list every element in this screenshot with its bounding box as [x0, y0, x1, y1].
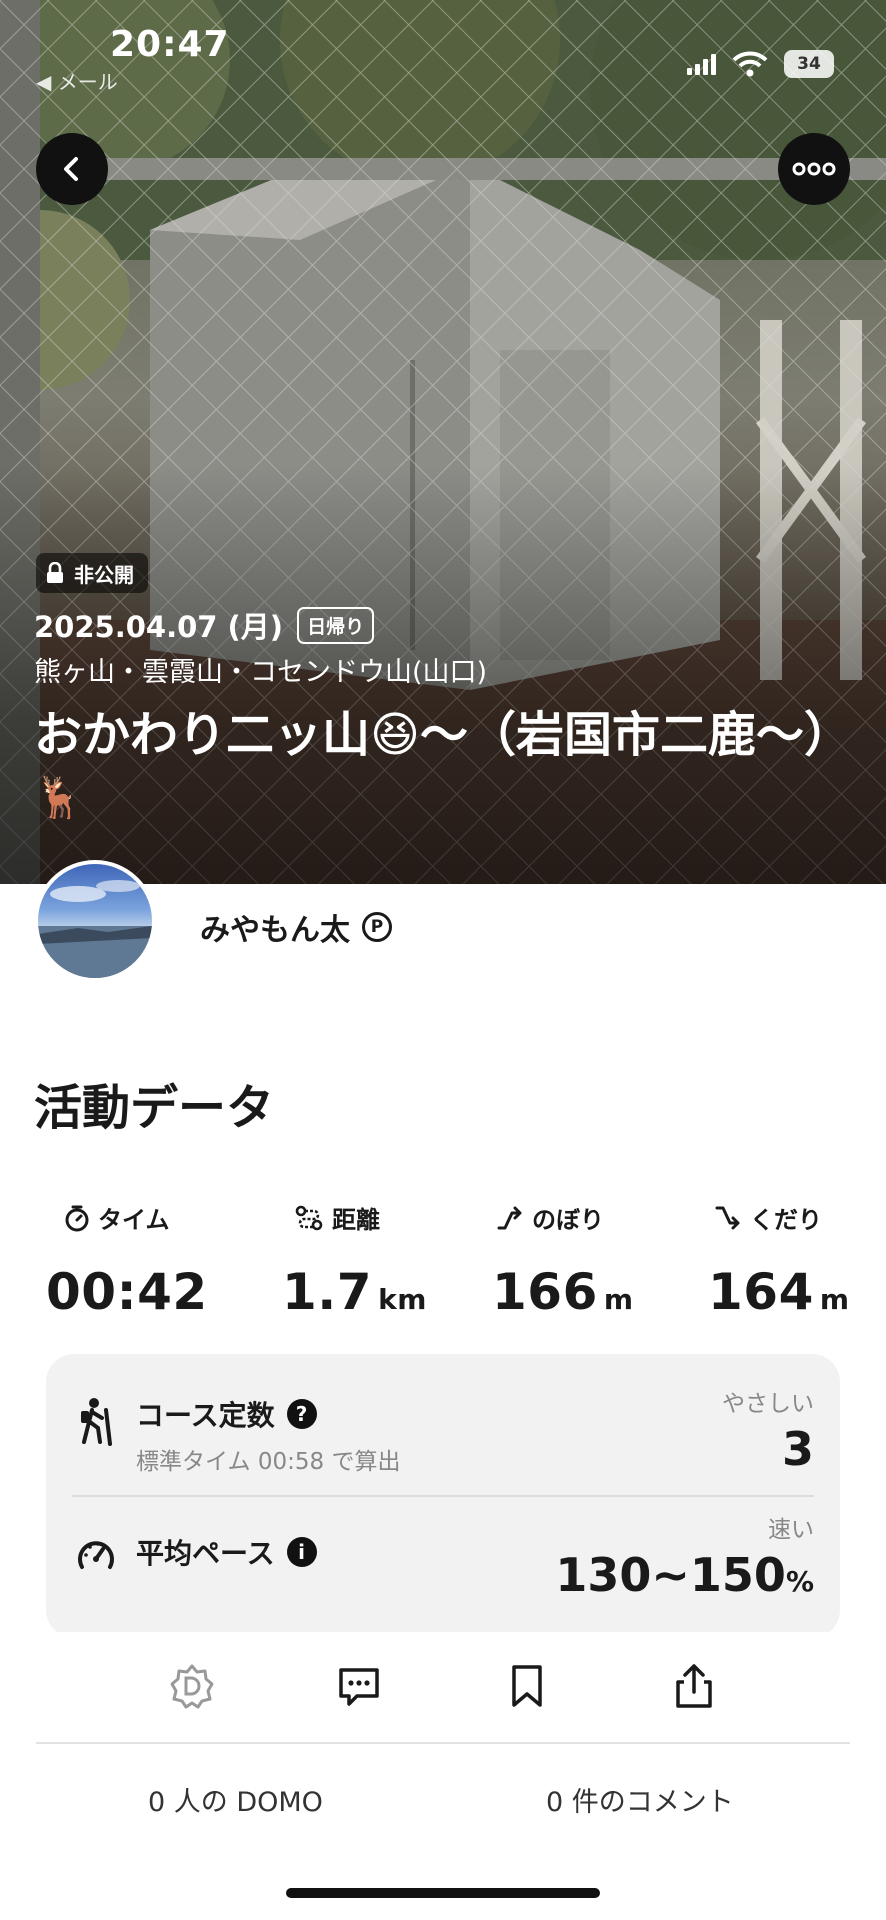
avatar-photo [38, 880, 152, 978]
stats-row: タイム 00:42 距離 1.7 km のぼり 166 m くだり 164 m [0, 1200, 886, 1321]
hero-photo: 20:47 ◀ メール 34 非公開 2025.04.07 (月) 日帰り 熊ヶ… [0, 0, 886, 884]
stat-ascent: のぼり 166 m [492, 1200, 634, 1321]
username: みやもん太 [200, 913, 350, 948]
action-bar [0, 1632, 886, 1742]
hiker-icon [81, 1398, 112, 1446]
avg-pace-number: 130~150 [555, 1548, 786, 1602]
stat-unit: m [603, 1283, 634, 1316]
deer-emoji: 🦌 [34, 775, 84, 821]
bookmark-button-icon[interactable] [503, 1662, 551, 1710]
stat-label-text: 距離 [332, 1206, 380, 1234]
wifi-icon [732, 51, 768, 77]
stat-number: 1.7 [282, 1263, 373, 1321]
back-button[interactable] [36, 133, 108, 205]
status-back-app[interactable]: ◀ メール [36, 66, 118, 95]
share-button-icon[interactable] [670, 1662, 718, 1710]
stat-unit: km [378, 1283, 427, 1316]
course-constant-sub: 標準タイム 00:58 で算出 [136, 1449, 401, 1475]
visibility-badge: 非公開 [36, 553, 148, 593]
stat-distance-label: 距離 [294, 1200, 427, 1235]
stat-time-label: タイム [64, 1200, 214, 1235]
course-constant-rating: やさしい [722, 1391, 814, 1417]
avg-pace-row[interactable]: 平均ペース i 速い 130~150% [46, 1496, 840, 1638]
domo-button-icon[interactable] [168, 1662, 216, 1710]
speedometer-icon [78, 1541, 114, 1569]
activity-date: 2025.04.07 (月) [34, 610, 284, 644]
course-constant-value: 3 [781, 1422, 814, 1476]
course-constant-label: コース定数 [136, 1399, 275, 1432]
stat-descent-label: くだり [714, 1200, 850, 1235]
course-constant-title: コース定数 ? [136, 1394, 317, 1434]
avatar[interactable] [34, 860, 156, 982]
difficulty-card: コース定数 ? 標準タイム 00:58 で算出 やさしい 3 平均ペース i 速… [46, 1354, 840, 1638]
mountain-names[interactable]: 熊ヶ山・雲霞山・コセンドウ山(山口) [34, 650, 487, 689]
avg-pace-rating: 速い [768, 1517, 814, 1543]
trip-type-badge: 日帰り [297, 606, 375, 644]
stat-label-text: くだり [750, 1206, 822, 1234]
activity-title-text: おかわり二ッ山😆〜（岩国市二鹿〜） [34, 707, 853, 763]
stat-number: 164 [708, 1263, 814, 1321]
status-icons: 34 [687, 50, 834, 78]
avg-pace-label: 平均ペース [136, 1537, 275, 1570]
stat-number: 166 [492, 1263, 598, 1321]
stat-ascent-value: 166 m [492, 1263, 634, 1321]
activity-title: おかわり二ッ山😆〜（岩国市二鹿〜） 🦌 [34, 705, 864, 828]
course-constant-row[interactable]: コース定数 ? 標準タイム 00:58 で算出 やさしい 3 [46, 1354, 840, 1496]
section-title: 活動データ [34, 1080, 275, 1136]
stat-descent: くだり 164 m [708, 1200, 850, 1321]
battery-indicator: 34 [784, 50, 834, 78]
stopwatch-icon [65, 1205, 89, 1231]
comment-count[interactable]: 0 件のコメント [546, 1780, 734, 1819]
descent-icon [715, 1206, 740, 1229]
info-icon[interactable]: i [286, 1537, 317, 1567]
domo-count[interactable]: 0 人の DOMO [148, 1780, 323, 1819]
stat-distance-value: 1.7 km [282, 1263, 427, 1321]
avg-pace-unit: % [785, 1565, 814, 1598]
avg-pace-value: 130~150% [555, 1548, 814, 1602]
action-divider [36, 1742, 850, 1744]
ellipsis-icon [792, 162, 836, 176]
premium-badge-icon: P [362, 912, 392, 942]
stat-label-text: タイム [98, 1206, 170, 1234]
home-indicator[interactable] [286, 1888, 600, 1898]
stat-ascent-label: のぼり [496, 1200, 634, 1235]
username-row[interactable]: みやもん太 P [200, 905, 392, 949]
status-time: 20:47 [110, 24, 230, 65]
stat-time-value: 00:42 [46, 1263, 214, 1321]
comment-button-icon[interactable] [335, 1662, 383, 1710]
chevron-left-icon [64, 157, 78, 181]
avg-pace-title: 平均ペース i [136, 1532, 317, 1572]
stat-unit: m [819, 1283, 850, 1316]
lock-icon [47, 562, 63, 583]
cellular-signal-icon [687, 53, 716, 75]
more-options-button[interactable] [778, 133, 850, 205]
ascent-icon [497, 1206, 522, 1229]
stat-label-text: のぼり [532, 1206, 604, 1234]
date-row: 2025.04.07 (月) 日帰り [34, 604, 375, 646]
route-icon [295, 1205, 323, 1230]
stat-distance: 距離 1.7 km [282, 1200, 427, 1321]
stat-number: 00:42 [46, 1263, 208, 1321]
visibility-label: 非公開 [74, 562, 134, 587]
stat-time: タイム 00:42 [46, 1200, 214, 1321]
stat-descent-value: 164 m [708, 1263, 850, 1321]
help-icon[interactable]: ? [286, 1399, 317, 1429]
